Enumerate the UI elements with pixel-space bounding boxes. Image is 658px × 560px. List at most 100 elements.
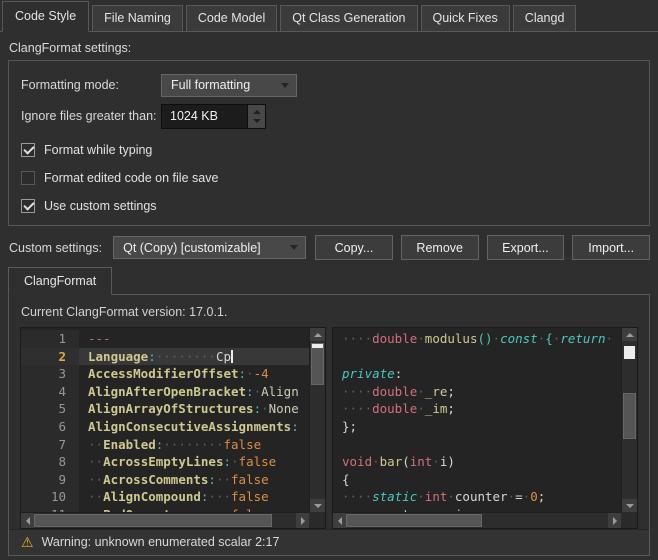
format-while-typing-row: Format while typing [21,143,637,157]
code-token-ws: ·· [88,437,103,452]
code-token-ws: ·· [88,454,103,469]
code-preview-content[interactable]: ····double·modulus()·const·{·return·priv… [333,328,621,512]
scroll-up-button[interactable] [310,328,325,341]
code-line[interactable]: 7··Enabled:········false [21,436,309,454]
ignore-files-spinbox[interactable]: 1024 KB [161,104,266,129]
code-line[interactable]: private: [333,365,621,383]
code-line[interactable]: ····double·_im; [333,400,621,418]
tab-code-model[interactable]: Code Model [186,5,277,31]
use-custom-settings-label: Use custom settings [44,199,157,213]
clangformat-version-text: Current ClangFormat version: 17.0.1. [9,295,649,327]
tab-code-style[interactable]: Code Style [2,1,89,32]
code-line[interactable]: ····static·int·counter·=·0; [333,488,621,506]
code-line[interactable]: 1--- [21,330,309,348]
import-button[interactable]: Import... [572,235,650,260]
code-token-colon: : [246,384,254,399]
code-line[interactable]: 8··AcrossEmptyLines:·false [21,453,309,471]
scrollbar-thumb[interactable] [34,514,272,527]
preview-vertical-scrollbar[interactable] [621,328,637,512]
config-editor[interactable]: 1---2Language:········Cp3AccessModifierO… [20,327,326,529]
code-token-num: false [224,437,262,452]
remove-button[interactable]: Remove [401,235,479,260]
format-on-save-checkbox[interactable] [21,171,35,185]
code-line[interactable]: 4AlignAfterOpenBracket:·Align [21,383,309,401]
arrow-left-icon [26,517,30,525]
code-line[interactable]: ····double·_re; [333,383,621,401]
use-custom-settings-row: Use custom settings [21,199,637,213]
line-number: 10 [21,488,79,506]
use-custom-settings-checkbox[interactable] [21,199,35,213]
code-token-plain: = [515,489,523,504]
line-number: 4 [21,383,79,401]
line-number: 5 [21,400,79,418]
scrollbar-thumb[interactable] [311,343,324,385]
code-line[interactable]: void·bar(int·i) [333,453,621,471]
code-token-key: AlignAfterOpenBracket [88,384,246,399]
code-line[interactable]: 3AccessModifierOffset:·-4 [21,365,309,383]
custom-settings-combobox[interactable]: Qt (Copy) [customizable] [113,236,306,259]
scrollbar-track[interactable] [34,513,296,528]
code-line[interactable] [333,436,621,454]
code-token-ws: · [231,454,239,469]
code-token-plain: ; [538,489,546,504]
code-line[interactable]: 10··AlignCompound:···false [21,488,309,506]
code-line[interactable]: 2Language:········Cp [21,348,309,366]
scroll-right-button[interactable] [296,513,309,528]
code-preview-editor[interactable]: ····double·modulus()·const·{·return·priv… [332,327,638,529]
code-token-ws: ········ [156,349,216,364]
arrow-up-icon [314,333,322,337]
code-token-kw: return [560,331,605,346]
preview-horizontal-scrollbar[interactable] [333,512,621,528]
tab-clangd[interactable]: Clangd [513,5,577,31]
code-line[interactable]: 9··AcrossComments:··false [21,471,309,489]
spin-down-icon[interactable] [253,119,261,123]
code-line[interactable]: { [333,471,621,489]
tab-quick-fixes[interactable]: Quick Fixes [421,5,510,31]
scroll-left-button[interactable] [333,513,346,528]
code-token-str: None [269,401,299,416]
arrow-down-icon [626,504,634,508]
scroll-left-button[interactable] [21,513,34,528]
scrollbar-track[interactable] [310,341,325,499]
formatting-mode-combobox[interactable]: Full formatting [161,74,297,97]
format-while-typing-checkbox[interactable] [21,143,35,157]
code-token-ws: · [432,454,440,469]
config-editor-content[interactable]: 1---2Language:········Cp3AccessModifierO… [21,328,309,512]
code-token-ws: · [417,401,425,416]
line-number: 3 [21,365,79,383]
code-line[interactable]: }; [333,418,621,436]
code-line[interactable] [333,348,621,366]
code-line[interactable]: 6AlignConsecutiveAssignments: [21,418,309,436]
scrollbar-track[interactable] [346,513,608,528]
scroll-down-button[interactable] [622,499,637,512]
scroll-up-button[interactable] [622,328,637,341]
spin-up-icon[interactable] [253,110,261,114]
config-editor-vertical-scrollbar[interactable] [309,328,325,512]
scroll-right-button[interactable] [608,513,621,528]
scrollbar-thumb[interactable] [623,393,636,439]
custom-settings-label: Custom settings: [9,241,102,255]
code-token-key: AcrossComments [103,472,208,487]
code-line[interactable]: 5AlignArrayOfStructures:·None [21,400,309,418]
tab-clangformat-preview[interactable]: ClangFormat [8,267,112,295]
warning-text: Warning: unknown enumerated scalar 2:17 [42,535,280,549]
scroll-down-button[interactable] [310,499,325,512]
spinbox-buttons[interactable] [247,105,265,128]
tab-file-naming[interactable]: File Naming [92,5,183,31]
scroll-position-marker [624,346,635,359]
code-token-tealp: () [477,331,492,346]
preview-editors: 1---2Language:········Cp3AccessModifierO… [9,327,649,529]
export-button[interactable]: Export... [487,235,565,260]
tab-qt-class-generation[interactable]: Qt Class Generation [280,5,417,31]
code-token-key: Language [88,349,148,364]
scrollbar-thumb[interactable] [346,514,482,527]
custom-settings-value: Qt (Copy) [customizable] [123,241,261,255]
code-token-doc: --- [88,331,111,346]
config-editor-horizontal-scrollbar[interactable] [21,512,309,528]
code-line[interactable]: ····double·modulus()·const·{·return· [333,330,621,348]
code-token-ws: ···· [342,331,372,346]
code-token-ws: · [508,489,516,504]
scrollbar-track[interactable] [622,341,637,499]
code-token-ws: · [493,331,501,346]
copy-button[interactable]: Copy... [315,235,393,260]
